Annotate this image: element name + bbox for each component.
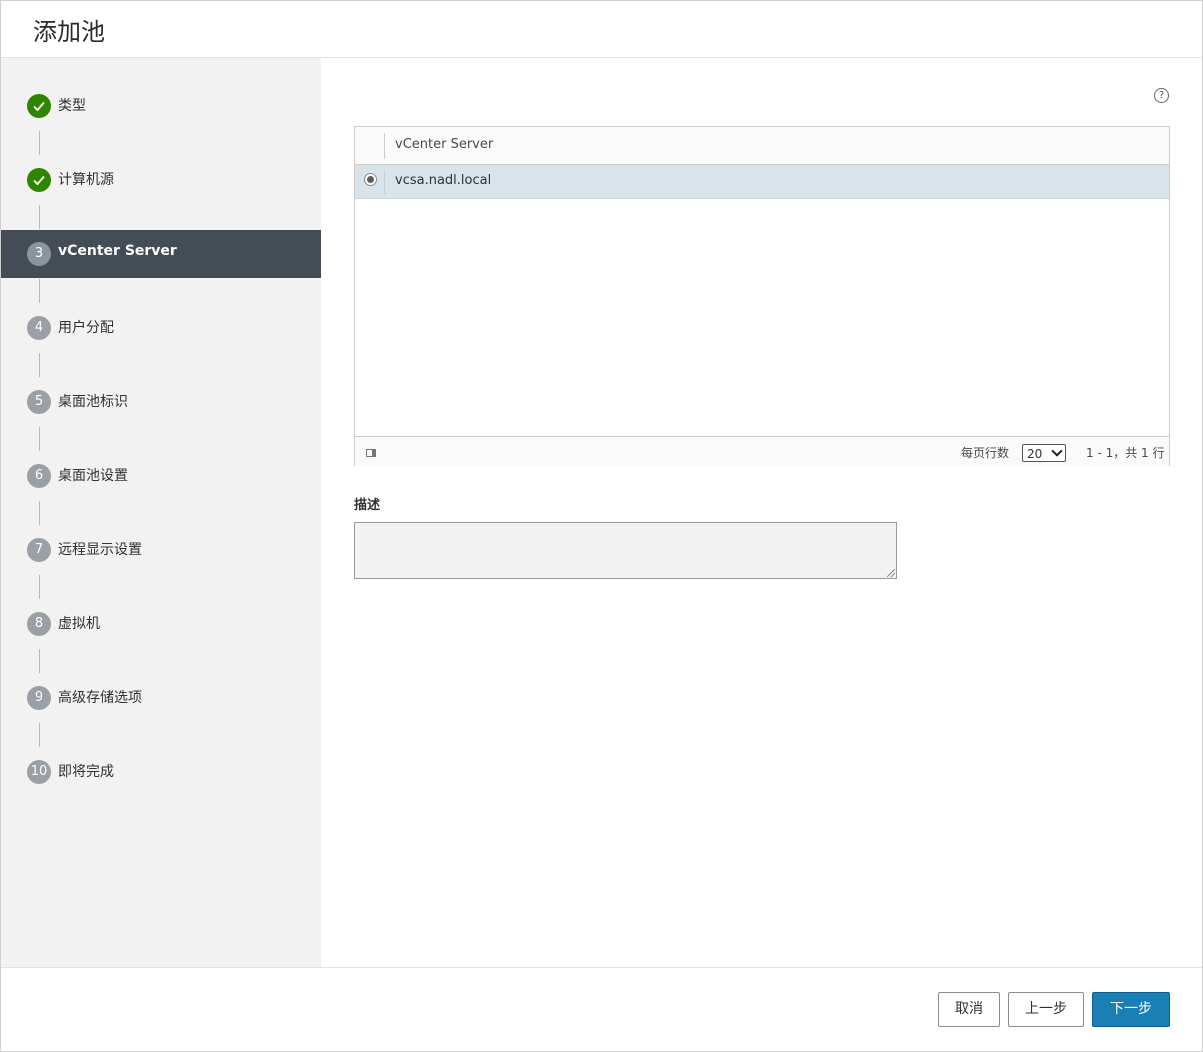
vcenter-grid: vCenter Server vcsa.nadl.local 每页行数 20 1… [354,126,1170,466]
step-label: 类型 [58,98,86,114]
pagination-range: 1 - 1，共 1 行 [1086,446,1165,460]
rows-per-page-value: 20 [1027,447,1043,461]
rows-per-page-label: 每页行数 [961,446,1010,460]
previous-button[interactable]: 上一步 [1008,992,1084,1027]
step-number: 3 [27,242,51,266]
step-connector [39,649,40,673]
step-computer-source[interactable]: 计算机源 [1,156,321,204]
step-number: 6 [27,464,51,488]
step-type[interactable]: 类型 [1,82,321,130]
step-user-assignment[interactable]: 4 用户分配 [1,304,321,352]
cancel-button[interactable]: 取消 [938,992,1000,1027]
chevron-down-icon [1051,445,1063,457]
step-connector [39,723,40,747]
step-connector [39,205,40,229]
step-label: vCenter Server [58,243,177,259]
step-advanced-storage[interactable]: 9 高级存储选项 [1,674,321,722]
step-number: 7 [27,538,51,562]
step-label: 高级存储选项 [58,690,142,706]
column-separator [384,133,385,159]
dialog-title: 添加池 [33,18,105,46]
column-separator [384,170,385,194]
step-virtual-machines[interactable]: 8 虚拟机 [1,600,321,648]
rows-per-page-select[interactable]: 20 [1022,444,1066,462]
step-label: 用户分配 [58,320,114,336]
step-remote-display[interactable]: 7 远程显示设置 [1,526,321,574]
grid-footer: 每页行数 20 1 - 1，共 1 行 [355,436,1169,466]
step-label: 桌面池标识 [58,394,128,410]
footer-divider [1,967,1202,968]
step-number: 5 [27,390,51,414]
step-label: 虚拟机 [58,616,100,632]
help-icon[interactable]: ? [1154,88,1169,103]
check-icon [27,168,51,192]
next-button[interactable]: 下一步 [1092,992,1170,1027]
wizard-sidebar: 类型 计算机源 3 vCenter Server 4 用户分配 5 桌面池标识 … [1,58,321,967]
step-label: 桌面池设置 [58,468,128,484]
vcenter-server-cell: vcsa.nadl.local [395,173,492,188]
step-number: 10 [27,760,51,784]
row-radio[interactable] [364,173,377,186]
step-ready-to-complete[interactable]: 10 即将完成 [1,748,321,796]
step-number: 9 [27,686,51,710]
step-connector [39,575,40,599]
step-number: 4 [27,316,51,340]
column-toggle-icon[interactable] [366,449,376,457]
step-label: 计算机源 [58,172,114,188]
step-number: 8 [27,612,51,636]
step-connector [39,501,40,525]
step-label: 即将完成 [58,764,114,780]
column-header-vcenter-server[interactable]: vCenter Server [395,137,493,152]
step-label: 远程显示设置 [58,542,142,558]
step-vcenter-server[interactable]: 3 vCenter Server [1,230,321,278]
step-pool-identification[interactable]: 5 桌面池标识 [1,378,321,426]
grid-header: vCenter Server [355,127,1169,165]
description-label: 描述 [354,498,381,513]
step-connector [39,353,40,377]
step-connector [39,131,40,155]
step-connector [39,279,40,303]
step-connector [39,427,40,451]
description-textarea[interactable] [354,522,897,579]
step-pool-settings[interactable]: 6 桌面池设置 [1,452,321,500]
table-row[interactable]: vcsa.nadl.local [355,165,1169,199]
resize-grip-icon[interactable] [887,569,895,577]
check-icon [27,94,51,118]
